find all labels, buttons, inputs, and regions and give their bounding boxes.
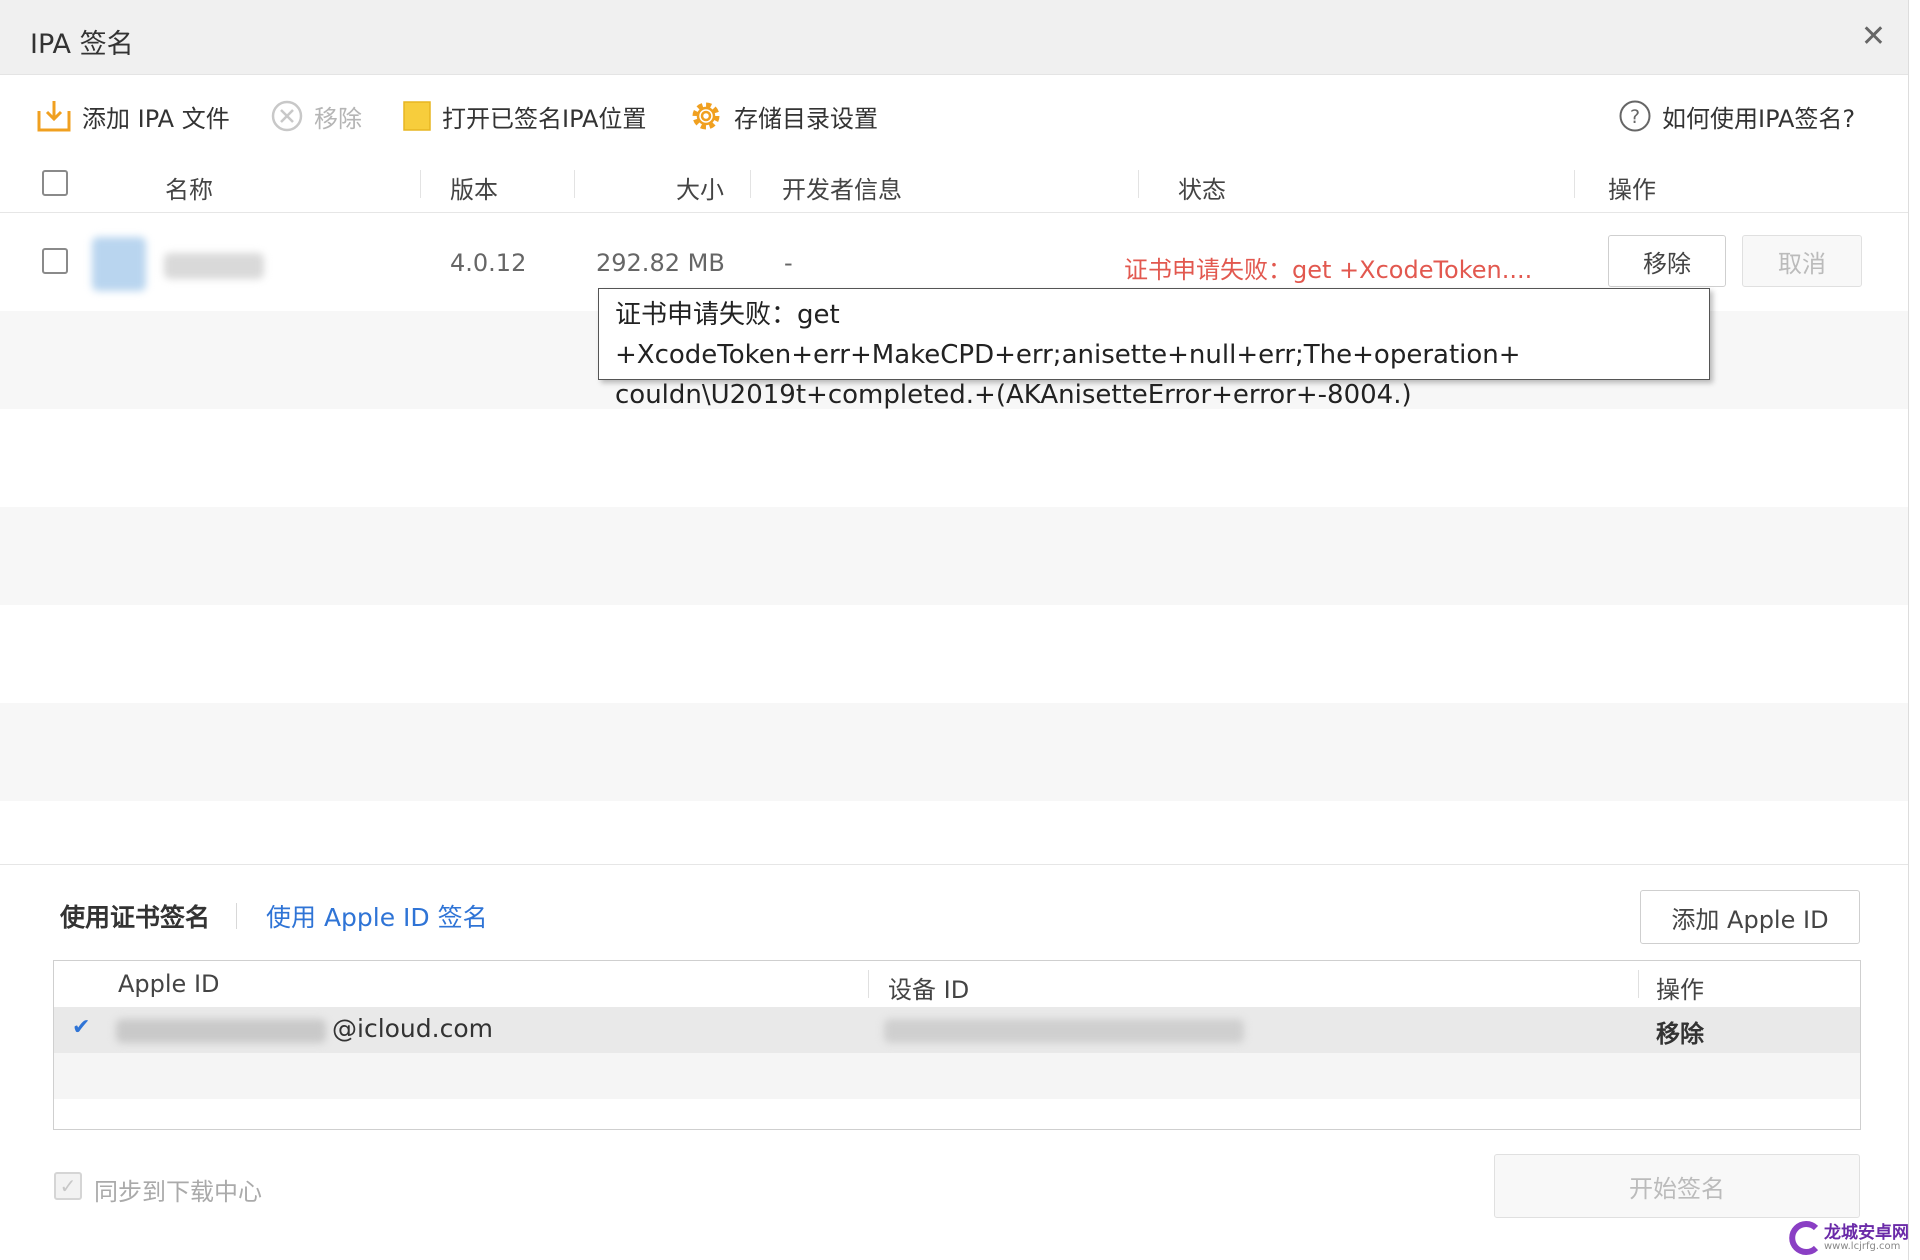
column-divider[interactable] <box>1138 170 1139 198</box>
watermark-url: www.lcjrfg.com <box>1824 1241 1901 1252</box>
column-divider[interactable] <box>1638 970 1639 998</box>
apple-id-remove-link[interactable]: 移除 <box>1656 1014 1704 1049</box>
remove-circle-icon <box>271 100 303 132</box>
apple-id-table: Apple ID 设备 ID 操作 ✔ @icloud.com 移除 <box>53 960 1861 1130</box>
apple-id-row[interactable]: ✔ @icloud.com 移除 <box>54 1007 1860 1053</box>
row-version: 4.0.12 <box>450 249 527 277</box>
status-tooltip: 证书申请失败：get +XcodeToken+err+MakeCPD+err;a… <box>598 288 1710 410</box>
title-bar: IPA 签名 ✕ <box>0 0 1908 75</box>
remove-button[interactable]: 移除 <box>270 96 362 136</box>
app-name-redacted <box>164 253 264 279</box>
tooltip-line-2: couldn\U2019t+completed.+(AKAnisetteErro… <box>615 380 1412 410</box>
column-divider[interactable] <box>574 170 575 198</box>
folder-icon <box>403 101 431 131</box>
storage-settings-button[interactable]: 存储目录设置 <box>688 96 878 136</box>
row-status-error[interactable]: 证书申请失败：get +XcodeToken.... <box>1124 250 1532 285</box>
select-all-checkbox[interactable] <box>42 170 68 196</box>
column-divider[interactable] <box>750 170 751 198</box>
open-signed-label: 打开已签名IPA位置 <box>442 104 647 133</box>
ipa-sign-window: IPA 签名 ✕ 添加 IPA 文件 移除 打开已签名IPA位置 存储目录设置 <box>0 0 1909 1260</box>
open-signed-location-button[interactable]: 打开已签名IPA位置 <box>402 96 646 136</box>
col-status: 状态 <box>1178 176 1226 204</box>
help-link[interactable]: ? 如何使用IPA签名? <box>1618 96 1855 136</box>
col-device-id: 设备 ID <box>888 976 970 1004</box>
tab-appleid-sign[interactable]: 使用 Apple ID 签名 <box>266 898 488 934</box>
row-cancel-button[interactable]: 取消 <box>1742 235 1862 287</box>
watermark: 龙城安卓网 www.lcjrfg.com <box>1786 1218 1909 1258</box>
apple-id-redacted <box>116 1019 326 1043</box>
storage-settings-label: 存储目录设置 <box>734 104 878 133</box>
col-apple-id: Apple ID <box>118 970 220 998</box>
selected-check-icon: ✔ <box>72 1015 91 1040</box>
empty-row <box>0 507 1908 605</box>
tooltip-line-1: 证书申请失败：get +XcodeToken+err+MakeCPD+err;a… <box>615 300 1521 370</box>
file-table-header: 名称 版本 大小 开发者信息 状态 操作 <box>0 156 1908 213</box>
tab-divider <box>236 903 237 929</box>
section-divider <box>0 864 1908 865</box>
column-divider[interactable] <box>868 970 869 998</box>
col-size: 大小 <box>676 176 724 204</box>
question-icon: ? <box>1619 100 1651 132</box>
col-version: 版本 <box>450 176 498 204</box>
column-divider[interactable] <box>1574 170 1575 198</box>
remove-label: 移除 <box>314 104 362 133</box>
start-sign-button[interactable]: 开始签名 <box>1494 1154 1860 1218</box>
window-title: IPA 签名 <box>30 29 134 60</box>
tab-certificate-sign[interactable]: 使用证书签名 <box>60 898 210 934</box>
row-developer: - <box>784 249 793 277</box>
add-apple-id-button[interactable]: 添加 Apple ID <box>1640 890 1860 944</box>
close-icon[interactable]: ✕ <box>1861 22 1886 52</box>
row-checkbox[interactable] <box>42 248 68 274</box>
col-action: 操作 <box>1608 176 1656 204</box>
empty-row <box>54 1053 1860 1099</box>
apple-id-table-header: Apple ID 设备 ID 操作 <box>54 961 1860 1008</box>
col-developer: 开发者信息 <box>782 176 902 204</box>
sync-checkbox[interactable]: ✓ <box>54 1172 82 1200</box>
column-divider[interactable] <box>420 170 421 198</box>
watermark-text: 龙城安卓网 <box>1824 1223 1909 1243</box>
svg-text:?: ? <box>1630 106 1640 128</box>
apple-id-email-suffix: @icloud.com <box>332 1014 493 1043</box>
gear-icon <box>692 102 720 130</box>
add-ipa-button[interactable]: 添加 IPA 文件 <box>36 96 230 136</box>
add-file-icon <box>37 101 71 132</box>
help-label: 如何使用IPA签名? <box>1662 104 1856 133</box>
row-remove-button[interactable]: 移除 <box>1608 235 1726 287</box>
row-size: 292.82 MB <box>596 249 725 277</box>
watermark-logo <box>1789 1221 1819 1255</box>
col-name: 名称 <box>165 176 213 204</box>
empty-row <box>0 703 1908 801</box>
device-id-redacted <box>884 1019 1244 1043</box>
app-icon <box>92 237 146 291</box>
sync-label: 同步到下载中心 <box>94 1178 262 1206</box>
col-id-action: 操作 <box>1656 976 1704 1004</box>
add-ipa-label: 添加 IPA 文件 <box>82 104 230 133</box>
